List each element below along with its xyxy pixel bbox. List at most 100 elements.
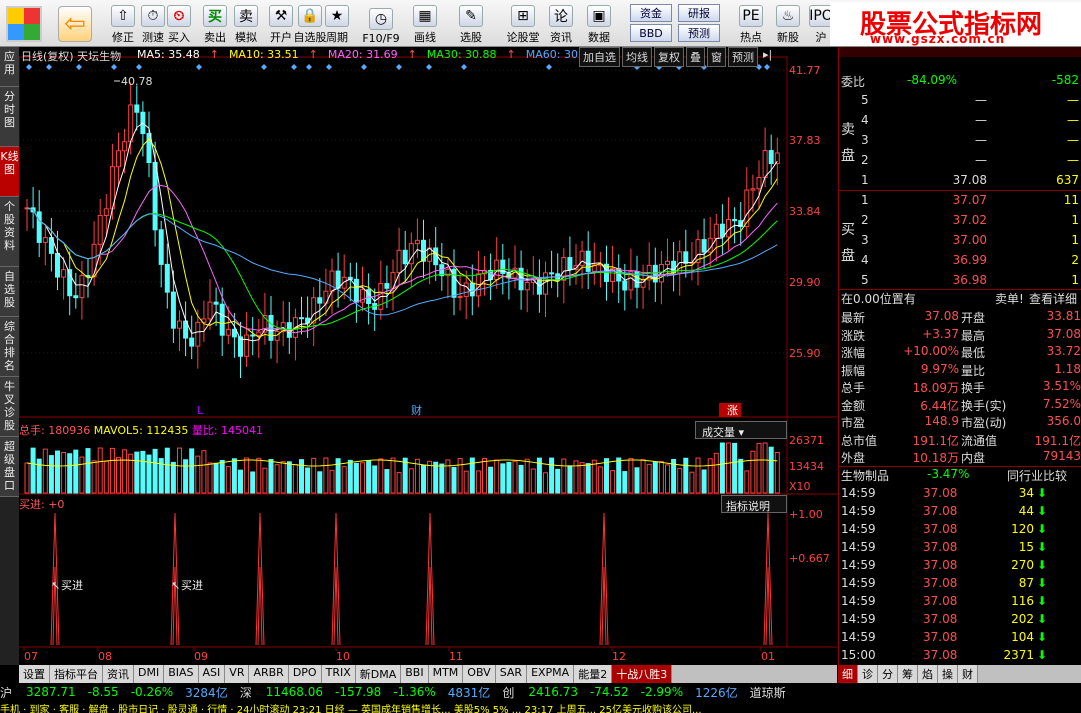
indicator-tab-2[interactable]: 资讯	[103, 665, 134, 683]
chart-tool-4[interactable]: 窗	[707, 47, 726, 67]
quote-header	[839, 47, 1081, 57]
panel-tab-6[interactable]: 财	[958, 665, 978, 683]
indicator-tab-16[interactable]: 能量2	[574, 665, 613, 683]
panel-tab-3[interactable]: 筹	[898, 665, 918, 683]
indicator-tab-10[interactable]: 新DMA	[355, 665, 402, 683]
toolbar-button-13[interactable]: ▣ 数据	[582, 2, 616, 45]
chart-tool-2[interactable]: 复权	[654, 47, 684, 67]
date-tick: 01	[761, 650, 775, 663]
chart-canvas[interactable]: 41.77 37.83 33.84 29.90 25.90 40.78 L 财 涨 26371 13…	[19, 47, 837, 665]
chart-tool-0[interactable]: 加自选	[579, 47, 620, 67]
ma-line-4	[26, 207, 778, 316]
indicator-tab-15[interactable]: EXPMA	[527, 665, 575, 683]
stat-row: 涨幅 +10.00% 最低 33.72	[839, 344, 1081, 362]
toolbar-button-14[interactable]: PE 热点	[734, 2, 768, 45]
sector-row[interactable]: 生物制品 -3.47% 同行业比较	[839, 466, 1081, 484]
indicator-tab-13[interactable]: OBV	[463, 665, 496, 683]
price-tick: 33.84	[789, 205, 821, 218]
quote-cell: 11	[1063, 193, 1079, 207]
bbd-button[interactable]: BBD	[630, 24, 672, 42]
panel-tab-1[interactable]: 诊	[858, 665, 878, 683]
quote-cell: 总市值	[841, 433, 878, 448]
event-marker[interactable]: 财	[411, 403, 422, 417]
indicator-tab-9[interactable]: TRIX	[321, 665, 356, 683]
indicator-tab-11[interactable]: BBI	[401, 665, 429, 683]
toolbar-label: 开户	[270, 31, 292, 44]
panel-tab-2[interactable]: 分	[878, 665, 898, 683]
sidebar-tab-2[interactable]: K线图	[0, 147, 19, 197]
toolbar-button-8[interactable]: ◷ F10/F9	[362, 2, 400, 45]
sidebar-tab-3[interactable]: 个股资料	[0, 197, 19, 267]
quote-cell: 1	[1071, 273, 1079, 287]
quote-cell: 37.08	[1046, 326, 1081, 341]
quote-cell: 1	[1071, 233, 1079, 247]
quote-cell: 44	[1018, 504, 1034, 518]
indicator-tab-7[interactable]: ARBR	[249, 665, 289, 683]
indicator-tab-3[interactable]: DMI	[134, 665, 165, 683]
chart-tool-1[interactable]: 均线	[622, 47, 652, 67]
indicator-tab-5[interactable]: ASI	[198, 665, 226, 683]
down-arrow-icon: ⬇	[1037, 594, 1048, 608]
toolbar-button-10[interactable]: ✎ 选股	[454, 2, 488, 45]
status-cell[interactable]: 深	[240, 684, 252, 701]
quote-cell: 18.09万	[912, 381, 959, 395]
indicator-tab-14[interactable]: SAR	[495, 665, 528, 683]
panel-tab-4[interactable]: 焰	[918, 665, 938, 683]
toolbar-button-9[interactable]: ▦ 画线	[408, 2, 442, 45]
quote-panel: 委比 -84.09% -582 卖盘买盘 5— —4— —3— —2— —1 37.08 637 1 3…	[838, 47, 1081, 665]
report-button[interactable]: 研报	[678, 4, 720, 22]
toolbar-button-12[interactable]: 论资讯	[544, 2, 578, 45]
status-cell[interactable]: 创	[502, 684, 514, 701]
indicator-tab-4[interactable]: BIAS	[164, 665, 199, 683]
toolbar-label: 数据	[588, 31, 610, 44]
toolbar-button-2[interactable]: ⏲ 买入	[162, 2, 196, 45]
indicator-help-button[interactable]: 指标说明	[721, 495, 787, 513]
quote-cell: -3.47%	[927, 467, 970, 481]
pin-icon[interactable]: ▸|	[760, 47, 775, 67]
indicator-tab-17[interactable]: 十战八胜3	[612, 665, 673, 683]
news-ticker[interactable]: 手机 · 到家 · 客服 · 解盘 · 股市日记 · 股灵通 · 行情 · 24…	[0, 701, 1081, 713]
chart-tool-5[interactable]: 预测	[728, 47, 758, 67]
toolbar-label: 论股堂	[506, 31, 540, 44]
sidebar-tab-6[interactable]: 牛叉诊股	[0, 377, 19, 437]
sidebar-tab-7[interactable]: 超级盘口	[0, 437, 19, 497]
indicator-tab-1[interactable]: 指标平台	[50, 665, 103, 683]
quote-cell: 2	[861, 153, 869, 167]
event-marker[interactable]: L	[197, 404, 204, 417]
forecast-button[interactable]: 预测	[678, 24, 720, 42]
status-cell[interactable]: 道琼斯	[750, 684, 786, 701]
indicator-tab-0[interactable]: 设置	[19, 665, 50, 683]
ma-line-1	[26, 138, 778, 338]
webi-row: 委比 -84.09% -582	[839, 73, 1081, 91]
panel-tab-5[interactable]: 操	[938, 665, 958, 683]
chart-tool-3[interactable]: 叠	[686, 47, 705, 67]
indicator-tab-8[interactable]: DPO	[288, 665, 322, 683]
indicator-tab-6[interactable]: VR	[225, 665, 250, 683]
indicator-tab-12[interactable]: MTM	[428, 665, 464, 683]
toolbar-button-11[interactable]: ⊞ 论股堂	[506, 2, 540, 45]
ma-label-1: MA10: 33.51	[228, 48, 299, 61]
sidebar-tab-0[interactable]: 应用	[0, 47, 19, 87]
panel-tab-0[interactable]: 细	[838, 665, 858, 683]
volume-select[interactable]: 成交量 ▾	[695, 421, 787, 439]
sidebar-tab-4[interactable]: 自选股	[0, 267, 19, 317]
svg-text:↖: ↖	[171, 579, 180, 592]
quote-cell: 开盘	[961, 311, 986, 325]
toolbar-button-4[interactable]: 卖模拟	[229, 2, 263, 45]
status-cell[interactable]: 沪	[0, 684, 12, 701]
app-logo-icon[interactable]	[6, 6, 42, 42]
sidebar-tab-1[interactable]: 分时图	[0, 87, 19, 147]
down-arrow-icon: ⬇	[1037, 612, 1048, 626]
back-arrow-icon[interactable]: ⇦	[58, 6, 92, 42]
toolbar-button-7[interactable]: ★ 周期	[320, 2, 354, 45]
toolbar-button-15[interactable]: ♨ 新股	[771, 2, 805, 45]
sidebar-tab-5[interactable]: 综合排名	[0, 317, 19, 377]
event-marker[interactable]: 涨	[727, 404, 738, 417]
toolbar-button-0[interactable]: ⇧ 修正	[106, 2, 140, 45]
toolbar-button-3[interactable]: 买卖出	[198, 2, 232, 45]
index-status-bar: 沪 3287.71 -8.55 -0.26% 3284亿深 11468.06 -157.98…	[0, 683, 1081, 701]
quote-cell: 14:59	[841, 486, 876, 500]
kline-chart-area[interactable]: 41.77 37.83 33.84 29.90 25.90 40.78 L 财 涨 26371 13…	[19, 47, 837, 665]
fund-button[interactable]: 资金	[630, 4, 672, 22]
toolbar-label: 新股	[777, 31, 799, 44]
